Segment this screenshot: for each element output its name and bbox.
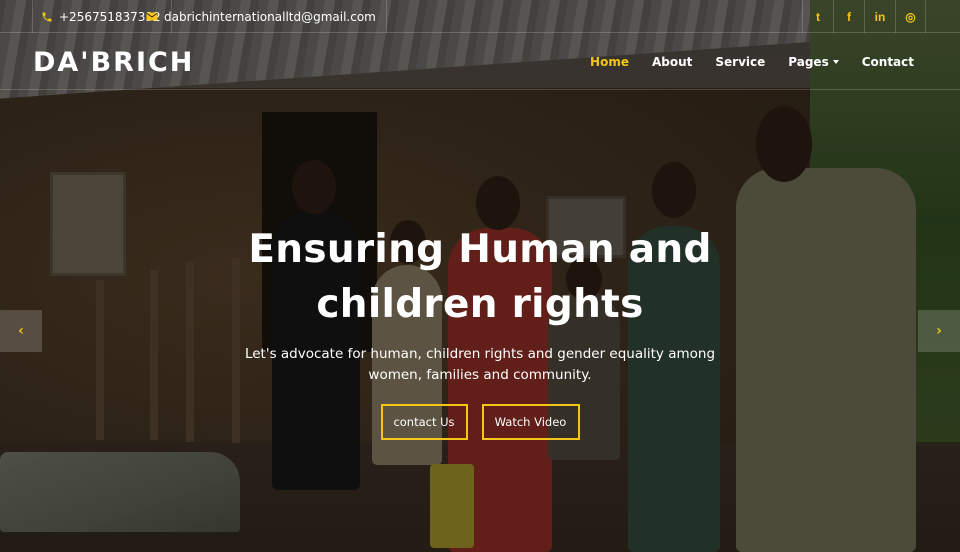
nav-home[interactable]: Home [590, 55, 629, 69]
hero-subtitle-line: women, families and community. [368, 367, 592, 383]
social-links: t f in ◎ [802, 0, 926, 33]
nav-service[interactable]: Service [715, 55, 765, 69]
twitter-icon[interactable]: t [802, 0, 833, 33]
phone-icon [41, 11, 53, 23]
site-logo[interactable]: DA'BRICH [33, 47, 194, 78]
hero-title: Ensuring Human and children rights [0, 222, 960, 332]
instagram-icon[interactable]: ◎ [895, 0, 926, 33]
nav-pages[interactable]: Pages [788, 55, 839, 69]
email-address: dabrichinternationalltd@gmail.com [164, 9, 376, 24]
contact-us-button[interactable]: contact Us [380, 404, 468, 440]
watch-video-button[interactable]: Watch Video [481, 404, 580, 440]
topbar: +256751837332 dabrichinternationalltd@gm… [0, 0, 960, 33]
hero-title-line: Ensuring Human and [248, 227, 712, 272]
nav-contact[interactable]: Contact [862, 55, 914, 69]
hero-subtitle-line: Let's advocate for human, children right… [244, 346, 716, 362]
chevron-left-icon[interactable]: ‹ [0, 310, 42, 352]
facebook-icon[interactable]: f [833, 0, 864, 33]
nav-about[interactable]: About [652, 55, 692, 69]
nav-pages-label: Pages [788, 55, 829, 69]
chevron-right-icon[interactable]: › [918, 310, 960, 352]
envelope-icon [146, 11, 158, 22]
hero-subtitle: Let's advocate for human, children right… [0, 344, 960, 386]
email-contact[interactable]: dabrichinternationalltd@gmail.com [138, 0, 387, 33]
navbar: DA'BRICH Home About Service Pages Contac… [0, 34, 960, 90]
linkedin-icon[interactable]: in [864, 0, 895, 33]
caret-down-icon [832, 60, 839, 64]
main-nav: Home About Service Pages Contact [567, 34, 914, 90]
hero-content: Ensuring Human and children rights Let's… [0, 222, 960, 440]
hero-buttons: contact Us Watch Video [0, 404, 960, 440]
hero-title-line: children rights [316, 282, 644, 327]
